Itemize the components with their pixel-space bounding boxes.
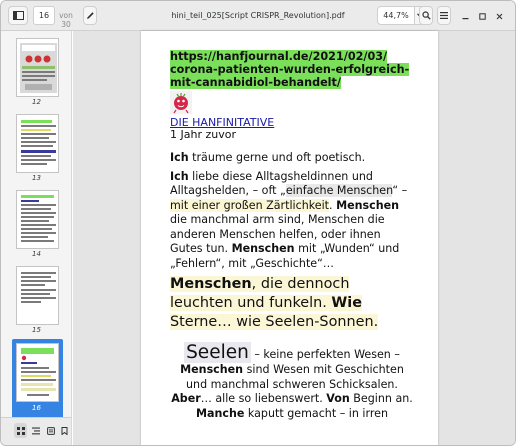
search-button[interactable]: [419, 6, 433, 25]
bold-word: Ich: [170, 169, 189, 183]
text-run: – keine perfekten Wesen –: [250, 348, 400, 362]
bold-word: Manche: [195, 406, 245, 420]
thumbnails-icon: [16, 426, 25, 435]
outline-view-button[interactable]: [29, 423, 42, 438]
article-link-line: corona-patienten-wurden-erfolgreich-: [170, 62, 410, 76]
thumbnails-view-button[interactable]: [14, 423, 27, 438]
bold-word: Ich: [170, 151, 189, 165]
page-preview-image: [20, 43, 57, 93]
sidebar-toggle-icon: [12, 11, 24, 20]
maximize-button[interactable]: [475, 9, 489, 23]
text-run: “ –: [392, 184, 408, 198]
page-thumbnail-15[interactable]: [16, 266, 59, 325]
bold-word: Menschen: [180, 363, 244, 377]
hamburger-menu-icon: [440, 12, 448, 19]
pencil-icon: [86, 12, 94, 19]
page-preview-image: [21, 120, 56, 165]
thumbnail-sidebar: 12 13 14 15 16: [1, 31, 72, 419]
close-icon: [496, 13, 502, 19]
page-content: https://hanfjournal.de/2021/02/03/ coron…: [170, 50, 414, 421]
close-button[interactable]: [492, 9, 506, 23]
minimize-icon: [462, 17, 468, 19]
page-thumbnail-13[interactable]: [16, 114, 59, 173]
article-link-line: mit-cannabidiol-behandelt/: [170, 75, 341, 89]
article-link[interactable]: https://hanfjournal.de/2021/02/03/ coron…: [170, 50, 414, 89]
bold-word: Von: [326, 392, 350, 406]
page-thumbnail-12[interactable]: [16, 38, 59, 97]
highlighted-phrase: einfache Menschen: [285, 184, 393, 198]
bold-word: Menschen: [336, 198, 400, 212]
bookmarks-icon: [61, 426, 68, 435]
outline-icon: [31, 427, 40, 434]
thumbnail-label: 13: [32, 174, 41, 182]
thumbnail-label: 16: [32, 404, 41, 412]
page-preview-image: [21, 272, 56, 303]
paragraph-1: Ich träume gerne und oft poetisch.: [170, 151, 414, 166]
page-preview-image: [21, 195, 56, 242]
bold-word: Menschen: [231, 242, 295, 256]
page-number-input[interactable]: 16: [33, 6, 55, 25]
text-run: Sterne… wie Seelen-Sonnen.: [170, 313, 379, 330]
author-avatar: [170, 91, 192, 115]
document-view[interactable]: https://hanfjournal.de/2021/02/03/ coron…: [73, 31, 515, 445]
sidebar-view-switcher: [1, 417, 72, 445]
annotate-button[interactable]: [83, 6, 97, 25]
centered-paragraph: Seelen – keine perfekten Wesen – Menschen…: [170, 342, 414, 421]
thumbnail-label: 14: [32, 250, 41, 258]
page-total-label: von 30: [59, 11, 73, 29]
highlighted-phrase: mit einer großen Zärtlichkeit: [170, 198, 330, 212]
text-run: … alle so liebenswert.: [200, 392, 327, 406]
annotations-icon: [46, 426, 55, 435]
bookmarks-view-button[interactable]: [58, 423, 71, 438]
minimize-button[interactable]: [458, 9, 472, 23]
text-run: träume gerne und oft poetisch.: [188, 151, 366, 165]
annotations-view-button[interactable]: [44, 423, 57, 438]
header-bar: 16 von 30 hini_teil_025[Script CRISPR_Re…: [1, 1, 515, 31]
thumbnail-label: 12: [32, 98, 41, 106]
pdf-viewer-window: 16 von 30 hini_teil_025[Script CRISPR_Re…: [0, 0, 516, 446]
pdf-page: https://hanfjournal.de/2021/02/03/ coron…: [141, 31, 438, 445]
main-menu-button[interactable]: [437, 6, 451, 25]
article-link-line: https://hanfjournal.de/2021/02/03/: [170, 50, 388, 63]
text-run: kaputt gemacht – in irren: [244, 406, 389, 420]
paragraph-2: Ich liebe diese Alltagsheldinnen und All…: [170, 170, 414, 272]
large-paragraph: Menschen, die dennoch leuchten und funke…: [170, 275, 414, 331]
zoom-level-field[interactable]: 44,7%: [377, 6, 415, 25]
page-preview-image: [21, 348, 56, 396]
text-run: Beginn an.: [349, 392, 413, 406]
large-word: Seelen: [184, 342, 251, 364]
search-icon: [421, 11, 431, 20]
sidebar-toggle-button[interactable]: [8, 6, 28, 25]
maximize-icon: [478, 12, 486, 20]
page-thumbnail-14[interactable]: [16, 190, 59, 249]
document-title: hini_teil_025[Script CRISPR_Revolution].…: [171, 11, 345, 20]
thumbnail-label: 15: [32, 326, 41, 334]
page-thumbnail-16[interactable]: [16, 343, 59, 402]
post-time: 1 Jahr zuvor: [170, 128, 236, 142]
bold-word: Aber: [171, 392, 201, 406]
bold-word: Wie: [331, 294, 362, 311]
bold-word: Menschen: [170, 276, 252, 293]
